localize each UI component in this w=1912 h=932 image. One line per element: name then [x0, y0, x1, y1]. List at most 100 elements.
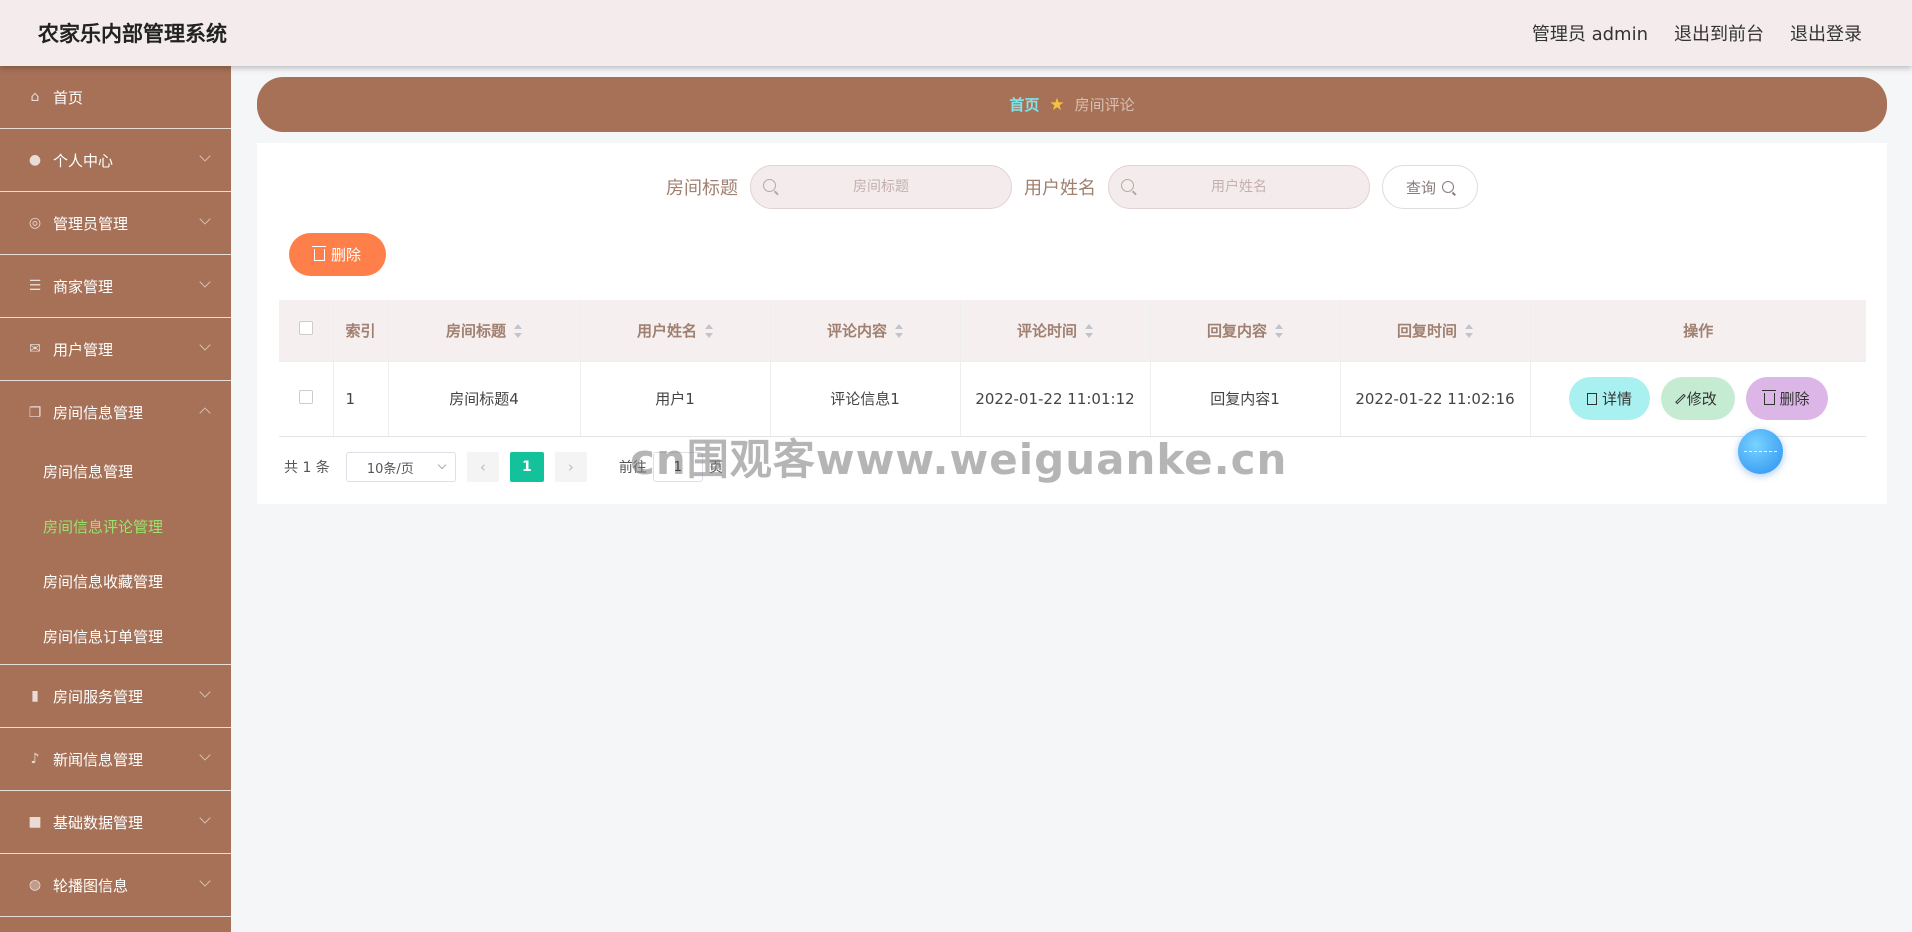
goto-page-input[interactable]	[652, 452, 703, 482]
column-header-reply[interactable]: 回复内容	[1150, 300, 1341, 362]
sidebar-item-base-data[interactable]: ■ 基础数据管理	[0, 791, 231, 854]
chevron-down-icon	[199, 686, 211, 698]
sidebar-item-merchant-management[interactable]: ☰ 商家管理	[0, 255, 231, 318]
sort-icon[interactable]	[1085, 324, 1093, 339]
search-icon	[763, 179, 776, 192]
column-header-actions: 操作	[1530, 300, 1866, 362]
cell-comment-time: 2022-01-22 11:01:12	[960, 361, 1151, 437]
trash-icon	[1761, 389, 1776, 405]
column-header-label: 房间标题	[445, 321, 506, 340]
submenu-item-room-favorites[interactable]: 房间信息收藏管理	[0, 554, 231, 609]
user-icon: ●	[28, 152, 42, 168]
row-select-cell	[279, 361, 334, 437]
next-page-button[interactable]: ›	[554, 452, 587, 482]
main-panel: 房间标题 用户姓名 查询 删除 索引 房间标题 用户姓名 评论内容 评论时间	[257, 143, 1887, 504]
exit-to-front-link[interactable]: 退出到前台	[1674, 20, 1764, 46]
query-button[interactable]: 查询	[1382, 165, 1478, 209]
sidebar-item-label: 首页	[53, 88, 84, 107]
page-size-value: 10条/页	[366, 461, 414, 477]
sidebar-item-label: 轮播图信息	[53, 876, 129, 895]
sidebar-item-label: 用户管理	[53, 340, 114, 359]
column-header-user-name[interactable]: 用户姓名	[580, 300, 771, 362]
search-form: 房间标题 用户姓名 查询	[257, 165, 1887, 209]
goto-suffix: 页	[708, 460, 723, 476]
column-header-label: 评论时间	[1016, 321, 1077, 340]
sidebar-item-label: 管理员管理	[53, 214, 129, 233]
goto-prefix: 前往	[618, 460, 647, 476]
floating-assistant-ball[interactable]	[1738, 429, 1783, 474]
sidebar: ⌂ 首页 ● 个人中心 ◎ 管理员管理 ☰ 商家管理 ✉ 用户管理 ❐ 房间信息…	[0, 66, 231, 932]
edit-icon	[1674, 393, 1686, 404]
sliders-icon: ☰	[28, 278, 42, 294]
sidebar-item-carousel[interactable]: ◍ 轮播图信息	[0, 854, 231, 917]
settings-icon: ◎	[28, 215, 42, 231]
page-jump: 前往 页	[619, 452, 723, 482]
chevron-down-icon	[199, 339, 211, 351]
table-header-row: 索引 房间标题 用户姓名 评论内容 评论时间 回复内容 回复时间 操作	[279, 300, 1866, 362]
chevron-down-icon	[199, 276, 211, 288]
bulk-delete-label: 删除	[330, 246, 361, 264]
briefcase-icon: ■	[28, 814, 42, 830]
chevron-down-icon	[199, 875, 211, 887]
user-name-input[interactable]	[1109, 166, 1369, 208]
chevron-down-icon	[199, 150, 211, 162]
column-header-label: 用户姓名	[636, 321, 697, 340]
cell-user-name: 用户1	[580, 361, 771, 437]
column-header-label: 评论内容	[826, 321, 887, 340]
submenu-item-room-orders[interactable]: 房间信息订单管理	[0, 609, 231, 664]
sidebar-item-label: 新闻信息管理	[53, 750, 144, 769]
column-header-index: 索引	[333, 300, 389, 362]
sort-icon[interactable]	[1465, 324, 1473, 339]
chevron-down-icon	[437, 460, 447, 470]
admin-label[interactable]: 管理员 admin	[1532, 20, 1648, 46]
column-header-comment-time[interactable]: 评论时间	[960, 300, 1151, 362]
page-size-select[interactable]: 10条/页	[345, 452, 456, 482]
submenu-item-room-info[interactable]: 房间信息管理	[0, 444, 231, 499]
star-icon: ★	[1049, 94, 1065, 115]
sidebar-item-label: 房间信息管理	[53, 404, 144, 422]
top-header: 农家乐内部管理系统 管理员 admin 退出到前台 退出登录	[0, 0, 1912, 66]
sidebar-item-home[interactable]: ⌂ 首页	[0, 66, 231, 129]
total-count: 共 1 条	[284, 460, 330, 476]
submenu-item-room-comments[interactable]: 房间信息评论管理	[0, 499, 231, 554]
detail-button[interactable]: 详情	[1568, 377, 1650, 420]
row-checkbox[interactable]	[298, 389, 313, 404]
sort-icon[interactable]	[705, 324, 713, 339]
prev-page-button[interactable]: ‹	[466, 452, 499, 482]
select-all-checkbox[interactable]	[298, 321, 313, 336]
edit-button[interactable]: 修改	[1660, 377, 1735, 420]
column-header-comment[interactable]: 评论内容	[770, 300, 961, 362]
column-header-room-title[interactable]: 房间标题	[388, 300, 581, 362]
sidebar-item-label: 个人中心	[53, 151, 114, 170]
mail-icon: ✉	[29, 341, 41, 357]
bulk-delete-button[interactable]: 删除	[289, 233, 386, 276]
page-number-current[interactable]: 1	[509, 452, 544, 482]
sort-icon[interactable]	[514, 324, 522, 339]
cell-index: 1	[333, 361, 389, 437]
chevron-down-icon	[199, 213, 211, 225]
sidebar-item-admin-management[interactable]: ◎ 管理员管理	[0, 192, 231, 255]
delete-button[interactable]: 删除	[1745, 377, 1828, 420]
sidebar-item-personal-center[interactable]: ● 个人中心	[0, 129, 231, 192]
sort-icon[interactable]	[895, 324, 903, 339]
chevron-down-icon	[199, 812, 211, 824]
chart-icon: ▮	[31, 688, 39, 704]
sidebar-item-user-management[interactable]: ✉ 用户管理	[0, 318, 231, 381]
copy-icon: ❐	[28, 404, 42, 421]
microphone-icon: ♪	[30, 751, 40, 767]
select-all-cell	[279, 300, 334, 362]
cell-comment: 评论信息1	[770, 361, 961, 437]
sort-icon[interactable]	[1275, 324, 1283, 339]
home-icon: ⌂	[30, 89, 40, 105]
document-icon	[1586, 392, 1597, 405]
room-info-submenu: 房间信息管理 房间信息评论管理 房间信息收藏管理 房间信息订单管理	[0, 444, 231, 665]
breadcrumb-home[interactable]: 首页	[1009, 94, 1039, 115]
sidebar-item-news[interactable]: ♪ 新闻信息管理	[0, 728, 231, 791]
cell-reply-time: 2022-01-22 11:02:16	[1340, 361, 1531, 437]
room-title-input[interactable]	[751, 166, 1011, 208]
search-icon	[1442, 181, 1454, 193]
column-header-reply-time[interactable]: 回复时间	[1340, 300, 1531, 362]
logout-link[interactable]: 退出登录	[1790, 20, 1862, 46]
sidebar-item-room-info-management[interactable]: ❐ 房间信息管理	[0, 381, 231, 444]
sidebar-item-room-service[interactable]: ▮ 房间服务管理	[0, 665, 231, 728]
